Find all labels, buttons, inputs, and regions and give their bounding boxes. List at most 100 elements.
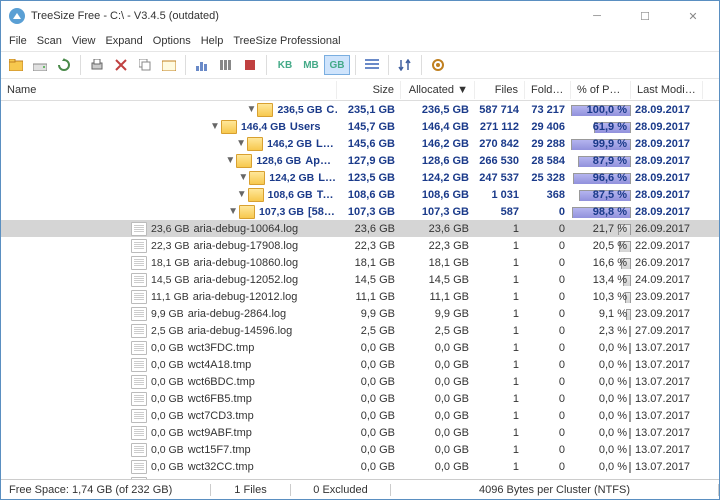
cell-size: 145,7 GB bbox=[337, 121, 401, 133]
cell-alloc: 0,0 GB bbox=[401, 376, 475, 388]
tree-row[interactable]: 18,1 GBaria-debug-10860.log18,1 GB18,1 G… bbox=[1, 254, 719, 271]
expander-icon[interactable]: ▼ bbox=[245, 104, 257, 115]
tree-row[interactable]: 11,1 GBaria-debug-12012.log11,1 GB11,1 G… bbox=[1, 288, 719, 305]
tree-row[interactable]: 0,0 GBwct6FB5.tmp0,0 GB0,0 GB100,0 %13.0… bbox=[1, 390, 719, 407]
tree-row[interactable]: 22,3 GBaria-debug-17908.log22,3 GB22,3 G… bbox=[1, 237, 719, 254]
header-size[interactable]: Size bbox=[337, 81, 401, 99]
tree-row[interactable]: ▼236,5 GBC:\235,1 GB236,5 GB587 71473 21… bbox=[1, 101, 719, 118]
refresh-button[interactable] bbox=[53, 54, 75, 76]
unit-gb-button[interactable]: GB bbox=[324, 55, 350, 75]
close-button[interactable]: ✕ bbox=[675, 3, 711, 29]
tree-row[interactable]: ▼146,2 GBLukáš145,6 GB146,2 GB270 84229 … bbox=[1, 135, 719, 152]
options-button[interactable] bbox=[427, 54, 449, 76]
file-icon bbox=[131, 358, 147, 372]
expander-icon[interactable]: ▼ bbox=[235, 138, 247, 149]
separator bbox=[80, 55, 81, 75]
open-folder-button[interactable] bbox=[5, 54, 27, 76]
tree-row[interactable]: 0,0 GBwct15F7.tmp0,0 GB0,0 GB100,0 %13.0… bbox=[1, 441, 719, 458]
tree-row[interactable]: 0,0 GBwct7CD3.tmp0,0 GB0,0 GB100,0 %13.0… bbox=[1, 407, 719, 424]
tree-row[interactable]: ▼124,2 GBLocal123,5 GB124,2 GB247 53725 … bbox=[1, 169, 719, 186]
header-files[interactable]: Files bbox=[475, 81, 525, 99]
cell-percent: 0,0 % bbox=[571, 461, 631, 473]
tree-row[interactable]: 0,0 GBwct9ABF.tmp0,0 GB0,0 GB100,0 %13.0… bbox=[1, 424, 719, 441]
delete-button[interactable] bbox=[110, 54, 132, 76]
header-name[interactable]: Name bbox=[1, 81, 337, 99]
cell-date: 13.07.2017 bbox=[631, 393, 703, 405]
cell-date: 24.09.2017 bbox=[631, 274, 703, 286]
status-free-space: Free Space: 1,74 GB (of 232 GB) bbox=[1, 484, 211, 496]
cell-date: 28.09.2017 bbox=[631, 206, 703, 218]
tree-row[interactable]: ▼107,3 GB[587 Files]107,3 GB107,3 GB5870… bbox=[1, 203, 719, 220]
cell-percent: 0,0 % bbox=[571, 376, 631, 388]
size-label: 0,0 GB bbox=[151, 461, 184, 473]
tree-row[interactable]: ▼146,4 GBUsers145,7 GB146,4 GB271 11229 … bbox=[1, 118, 719, 135]
folder-icon bbox=[248, 188, 264, 202]
menu-view[interactable]: View bbox=[72, 35, 96, 47]
cell-files: 1 bbox=[475, 376, 525, 388]
cell-files: 1 bbox=[475, 393, 525, 405]
cell-date: 28.09.2017 bbox=[631, 155, 703, 167]
network-drive-button[interactable] bbox=[29, 54, 51, 76]
folder-icon bbox=[221, 120, 237, 134]
header-allocated[interactable]: Allocated ▼ bbox=[401, 81, 475, 99]
tree-row[interactable]: 23,6 GBaria-debug-10064.log23,6 GB23,6 G… bbox=[1, 220, 719, 237]
sort-button[interactable] bbox=[394, 54, 416, 76]
print-button[interactable] bbox=[86, 54, 108, 76]
tree-row[interactable]: 0,0 GBwct32CC.tmp0,0 GB0,0 GB100,0 %13.0… bbox=[1, 458, 719, 475]
item-name: Local bbox=[318, 172, 337, 184]
cell-files: 1 bbox=[475, 359, 525, 371]
cell-alloc: 146,2 GB bbox=[401, 138, 475, 150]
maximize-button[interactable]: ☐ bbox=[627, 3, 663, 29]
size-label: 0,0 GB bbox=[151, 444, 184, 456]
menu-file[interactable]: File bbox=[9, 35, 27, 47]
expander-icon[interactable]: ▼ bbox=[236, 189, 248, 200]
tree-row[interactable]: ▼108,6 GBTemp108,6 GB108,6 GB1 03136887,… bbox=[1, 186, 719, 203]
stop-button[interactable] bbox=[239, 54, 261, 76]
chart-button[interactable] bbox=[191, 54, 213, 76]
separator bbox=[185, 55, 186, 75]
explorer-button[interactable] bbox=[158, 54, 180, 76]
tree-row[interactable]: 0,0 GBwct6BDC.tmp0,0 GB0,0 GB100,0 %13.0… bbox=[1, 373, 719, 390]
minimize-button[interactable]: ─ bbox=[579, 3, 615, 29]
header-folders[interactable]: Folders bbox=[525, 81, 571, 99]
cell-alloc: 0,0 GB bbox=[401, 359, 475, 371]
tree-row[interactable]: 14,5 GBaria-debug-12052.log14,5 GB14,5 G… bbox=[1, 271, 719, 288]
file-icon bbox=[131, 409, 147, 423]
cell-size: 0,0 GB bbox=[337, 393, 401, 405]
menu-treesize-professional[interactable]: TreeSize Professional bbox=[233, 35, 340, 47]
cell-percent: 96,6 % bbox=[571, 172, 631, 184]
tree-view[interactable]: ▼236,5 GBC:\235,1 GB236,5 GB587 71473 21… bbox=[1, 101, 719, 479]
filter-button[interactable] bbox=[215, 54, 237, 76]
size-label: 0,0 GB bbox=[151, 393, 184, 405]
header-modified[interactable]: Last Modified bbox=[631, 81, 703, 99]
size-label: 22,3 GB bbox=[151, 240, 190, 252]
menu-help[interactable]: Help bbox=[201, 35, 224, 47]
header-percent[interactable]: % of Paren... bbox=[571, 81, 631, 99]
size-label: 236,5 GB bbox=[277, 104, 322, 116]
unit-mb-button[interactable]: MB bbox=[298, 55, 324, 75]
view-details-button[interactable] bbox=[361, 54, 383, 76]
tree-row[interactable]: ▼128,6 GBAppData127,9 GB128,6 GB266 5302… bbox=[1, 152, 719, 169]
expander-icon[interactable]: ▼ bbox=[224, 155, 236, 166]
item-name: aria-debug-12052.log bbox=[194, 274, 299, 286]
cell-files: 1 bbox=[475, 274, 525, 286]
expander-icon[interactable]: ▼ bbox=[237, 172, 249, 183]
item-name: wct3FDC.tmp bbox=[188, 342, 255, 354]
cell-folders: 0 bbox=[525, 240, 571, 252]
copy-button[interactable] bbox=[134, 54, 156, 76]
tree-row[interactable]: 2,5 GBaria-debug-14596.log2,5 GB2,5 GB10… bbox=[1, 322, 719, 339]
menu-scan[interactable]: Scan bbox=[37, 35, 62, 47]
unit-kb-button[interactable]: KB bbox=[272, 55, 298, 75]
expander-icon[interactable]: ▼ bbox=[227, 206, 239, 217]
cell-folders: 29 288 bbox=[525, 138, 571, 150]
cell-date: 13.07.2017 bbox=[631, 410, 703, 422]
menu-options[interactable]: Options bbox=[153, 35, 191, 47]
expander-icon[interactable]: ▼ bbox=[209, 121, 221, 132]
tree-row[interactable]: 0,0 GBwct3FDC.tmp0,0 GB0,0 GB100,0 %13.0… bbox=[1, 339, 719, 356]
cell-size: 0,0 GB bbox=[337, 359, 401, 371]
item-name: [587 Files] bbox=[308, 206, 337, 218]
menu-expand[interactable]: Expand bbox=[105, 35, 142, 47]
file-icon bbox=[131, 239, 147, 253]
tree-row[interactable]: 9,9 GBaria-debug-2864.log9,9 GB9,9 GB109… bbox=[1, 305, 719, 322]
tree-row[interactable]: 0,0 GBwct4A18.tmp0,0 GB0,0 GB100,0 %13.0… bbox=[1, 356, 719, 373]
